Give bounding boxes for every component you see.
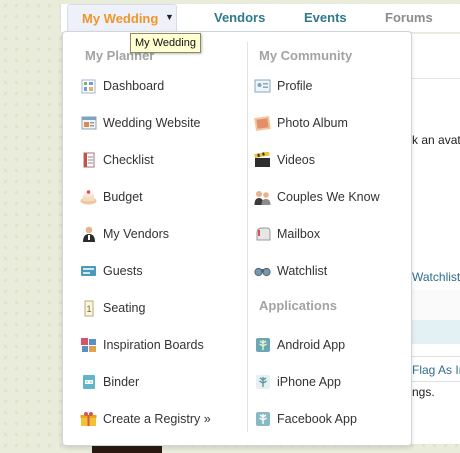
- menu-item-photo-album[interactable]: Photo Album: [254, 112, 348, 134]
- clapperboard-icon: [254, 152, 271, 169]
- menu-item-android-app[interactable]: Android App: [254, 334, 345, 356]
- menu-item-couples-we-know[interactable]: Couples We Know: [254, 186, 380, 208]
- mailbox-icon: [254, 226, 271, 243]
- menu-item-label: Guests: [103, 264, 143, 278]
- menu-item-profile[interactable]: Profile: [254, 75, 312, 97]
- menu-item-watchlist[interactable]: Watchlist: [254, 260, 327, 282]
- menu-item-create-registry[interactable]: Create a Registry »: [80, 408, 211, 430]
- menu-item-dashboard[interactable]: Dashboard: [80, 75, 164, 97]
- budget-cake-icon: [80, 189, 97, 206]
- inspiration-boards-icon: [80, 337, 97, 354]
- menu-item-my-vendors[interactable]: My Vendors: [80, 223, 169, 245]
- section-title-applications: Applications: [259, 298, 338, 313]
- menu-item-checklist[interactable]: Checklist: [80, 149, 154, 171]
- menu-item-label: Inspiration Boards: [103, 338, 204, 352]
- menu-item-iphone-app[interactable]: iPhone App: [254, 371, 341, 393]
- registry-gift-icon: [80, 411, 97, 428]
- guests-icon: [80, 263, 97, 280]
- menu-item-label: Facebook App: [277, 412, 357, 426]
- menu-item-label: Android App: [277, 338, 346, 352]
- nav-forums[interactable]: Forums: [385, 10, 433, 25]
- menu-item-label: Videos: [277, 153, 315, 167]
- profile-card-icon: [254, 78, 271, 95]
- android-app-icon: [254, 337, 271, 354]
- top-navigation: My Wedding ▼ Vendors Events Forums: [0, 0, 460, 34]
- facebook-app-icon: [254, 411, 271, 428]
- svg-text:1: 1: [86, 304, 91, 314]
- my-wedding-dropdown: My Planner Dashboard Wedding Website Che…: [62, 31, 412, 446]
- couples-icon: [254, 189, 271, 206]
- background-avatar-text: k an avat: [412, 133, 460, 147]
- nav-vendors[interactable]: Vendors: [214, 10, 265, 25]
- background-flag-link[interactable]: Flag As In: [412, 363, 460, 377]
- website-icon: [80, 115, 97, 132]
- menu-item-label: Profile: [277, 79, 313, 93]
- menu-item-label: Dashboard: [103, 79, 165, 93]
- menu-item-label: Couples We Know: [277, 190, 380, 204]
- menu-item-label: Checklist: [103, 153, 154, 167]
- menu-item-label: My Vendors: [103, 227, 170, 241]
- nav-my-wedding[interactable]: My Wedding ▼: [67, 4, 177, 32]
- section-title-my-community: My Community: [259, 48, 353, 63]
- menu-item-guests[interactable]: Guests: [80, 260, 143, 282]
- menu-item-mailbox[interactable]: Mailbox: [254, 223, 320, 245]
- menu-item-inspiration-boards[interactable]: Inspiration Boards: [80, 334, 204, 356]
- photo-album-icon: [254, 115, 271, 132]
- menu-item-label: Binder: [103, 375, 140, 389]
- menu-item-label: iPhone App: [277, 375, 341, 389]
- background-ngs-text: ngs.: [412, 385, 435, 399]
- menu-item-label: Create a Registry »: [103, 412, 211, 426]
- nav-events[interactable]: Events: [304, 10, 347, 25]
- menu-item-label: Watchlist: [277, 264, 328, 278]
- seating-icon: 1: [80, 300, 97, 317]
- menu-item-budget[interactable]: Budget: [80, 186, 143, 208]
- menu-item-label: Mailbox: [277, 227, 321, 241]
- menu-item-label: Photo Album: [277, 116, 348, 130]
- tooltip: My Wedding: [130, 33, 201, 53]
- binoculars-icon: [254, 263, 271, 280]
- menu-item-label: Wedding Website: [103, 116, 201, 130]
- menu-item-binder[interactable]: Binder: [80, 371, 139, 393]
- background-watchlist-link[interactable]: Watchlist: [412, 270, 460, 284]
- column-divider: [247, 42, 248, 432]
- menu-item-facebook-app[interactable]: Facebook App: [254, 408, 357, 430]
- dashboard-icon: [80, 78, 97, 95]
- checklist-icon: [80, 152, 97, 169]
- menu-item-label: Budget: [103, 190, 143, 204]
- menu-item-label: Seating: [103, 301, 146, 315]
- menu-item-videos[interactable]: Videos: [254, 149, 315, 171]
- menu-item-seating[interactable]: 1 Seating: [80, 297, 145, 319]
- menu-item-wedding-website[interactable]: Wedding Website: [80, 112, 201, 134]
- binder-icon: [80, 374, 97, 391]
- chevron-down-icon[interactable]: ▼: [165, 12, 174, 22]
- iphone-app-icon: [254, 374, 271, 391]
- nav-my-wedding-label[interactable]: My Wedding: [82, 11, 158, 26]
- vendor-person-icon: [80, 226, 97, 243]
